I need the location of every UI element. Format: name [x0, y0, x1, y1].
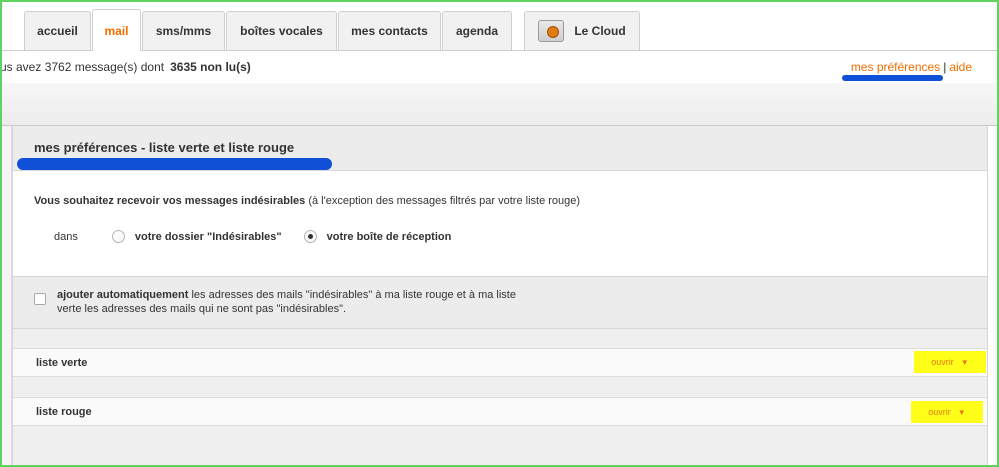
list-rouge-label: liste rouge [36, 406, 92, 418]
message-count-text: us avez 3762 message(s) dont [0, 60, 165, 74]
main-tabs: accueil mail sms/mms boîtes vocales mes … [0, 0, 999, 51]
list-row-verte[interactable]: liste verte [13, 348, 987, 377]
junk-question-rest: (à l'exception des messages filtrés par … [305, 195, 581, 207]
unread-count: 3635 non lu(s) [170, 60, 251, 74]
tab-label: accueil [37, 24, 78, 38]
message-count: us avez 3762 message(s) dont 3635 non lu(… [0, 60, 251, 74]
open-label: ouvrir [928, 407, 951, 417]
tab-sms-mms[interactable]: sms/mms [142, 11, 225, 50]
radio-inbox-label[interactable]: votre boîte de réception [327, 231, 452, 243]
preferences-link[interactable]: mes préférences [851, 60, 940, 74]
toolbar-band [0, 83, 999, 126]
open-label: ouvrir [931, 357, 954, 367]
auto-add-checkbox[interactable] [34, 293, 46, 305]
cloud-icon [538, 20, 565, 42]
junk-question-bold: Vous souhaitez recevoir vos messages ind… [34, 195, 306, 207]
annotation-underline [842, 75, 943, 81]
destination-options: dans votre dossier "Indésirables" votre … [54, 230, 451, 243]
left-sidebar-strip [0, 126, 12, 467]
tab-mes-contacts[interactable]: mes contacts [338, 11, 441, 50]
tab-label: sms/mms [155, 24, 212, 38]
auto-add-label[interactable]: ajouter automatiquement les adresses des… [57, 288, 527, 316]
junk-question: Vous souhaitez recevoir vos messages ind… [34, 195, 580, 207]
tab-mail[interactable]: mail [92, 9, 141, 51]
tab-label: Le Cloud [574, 24, 626, 38]
tab-le-cloud[interactable]: Le Cloud [524, 11, 640, 50]
dans-label: dans [54, 230, 78, 243]
link-separator: | [943, 60, 947, 74]
list-row-rouge[interactable]: liste rouge [13, 397, 987, 426]
open-liste-rouge-button[interactable]: ouvrir ▼ [911, 401, 983, 423]
chevron-down-icon: ▼ [957, 407, 966, 417]
chevron-down-icon: ▼ [960, 357, 969, 367]
radio-junk-folder-label[interactable]: votre dossier "Indésirables" [135, 231, 282, 243]
page-title: mes préférences - liste verte et liste r… [34, 140, 295, 155]
auto-add-bold: ajouter automatiquement [57, 289, 189, 301]
auto-add-box: ajouter automatiquement les adresses des… [13, 277, 987, 329]
tab-label: boîtes vocales [240, 24, 323, 38]
tab-agenda[interactable]: agenda [442, 11, 512, 50]
list-verte-label: liste verte [36, 357, 88, 369]
junk-destination-box: Vous souhaitez recevoir vos messages ind… [13, 171, 987, 277]
help-link[interactable]: aide [949, 60, 972, 74]
tab-label: mes contacts [351, 24, 428, 38]
radio-junk-folder[interactable] [111, 230, 125, 243]
preferences-panel: mes préférences - liste verte et liste r… [12, 126, 988, 467]
annotation-title-underline [17, 158, 332, 170]
radio-inbox[interactable] [303, 230, 317, 243]
tab-label: agenda [455, 24, 498, 38]
tab-label: mail [104, 23, 129, 38]
tab-accueil[interactable]: accueil [24, 11, 91, 50]
open-liste-verte-button[interactable]: ouvrir ▼ [914, 351, 986, 373]
tab-boites-vocales[interactable]: boîtes vocales [226, 11, 337, 50]
header-links: mes préférences | aide [851, 60, 972, 74]
